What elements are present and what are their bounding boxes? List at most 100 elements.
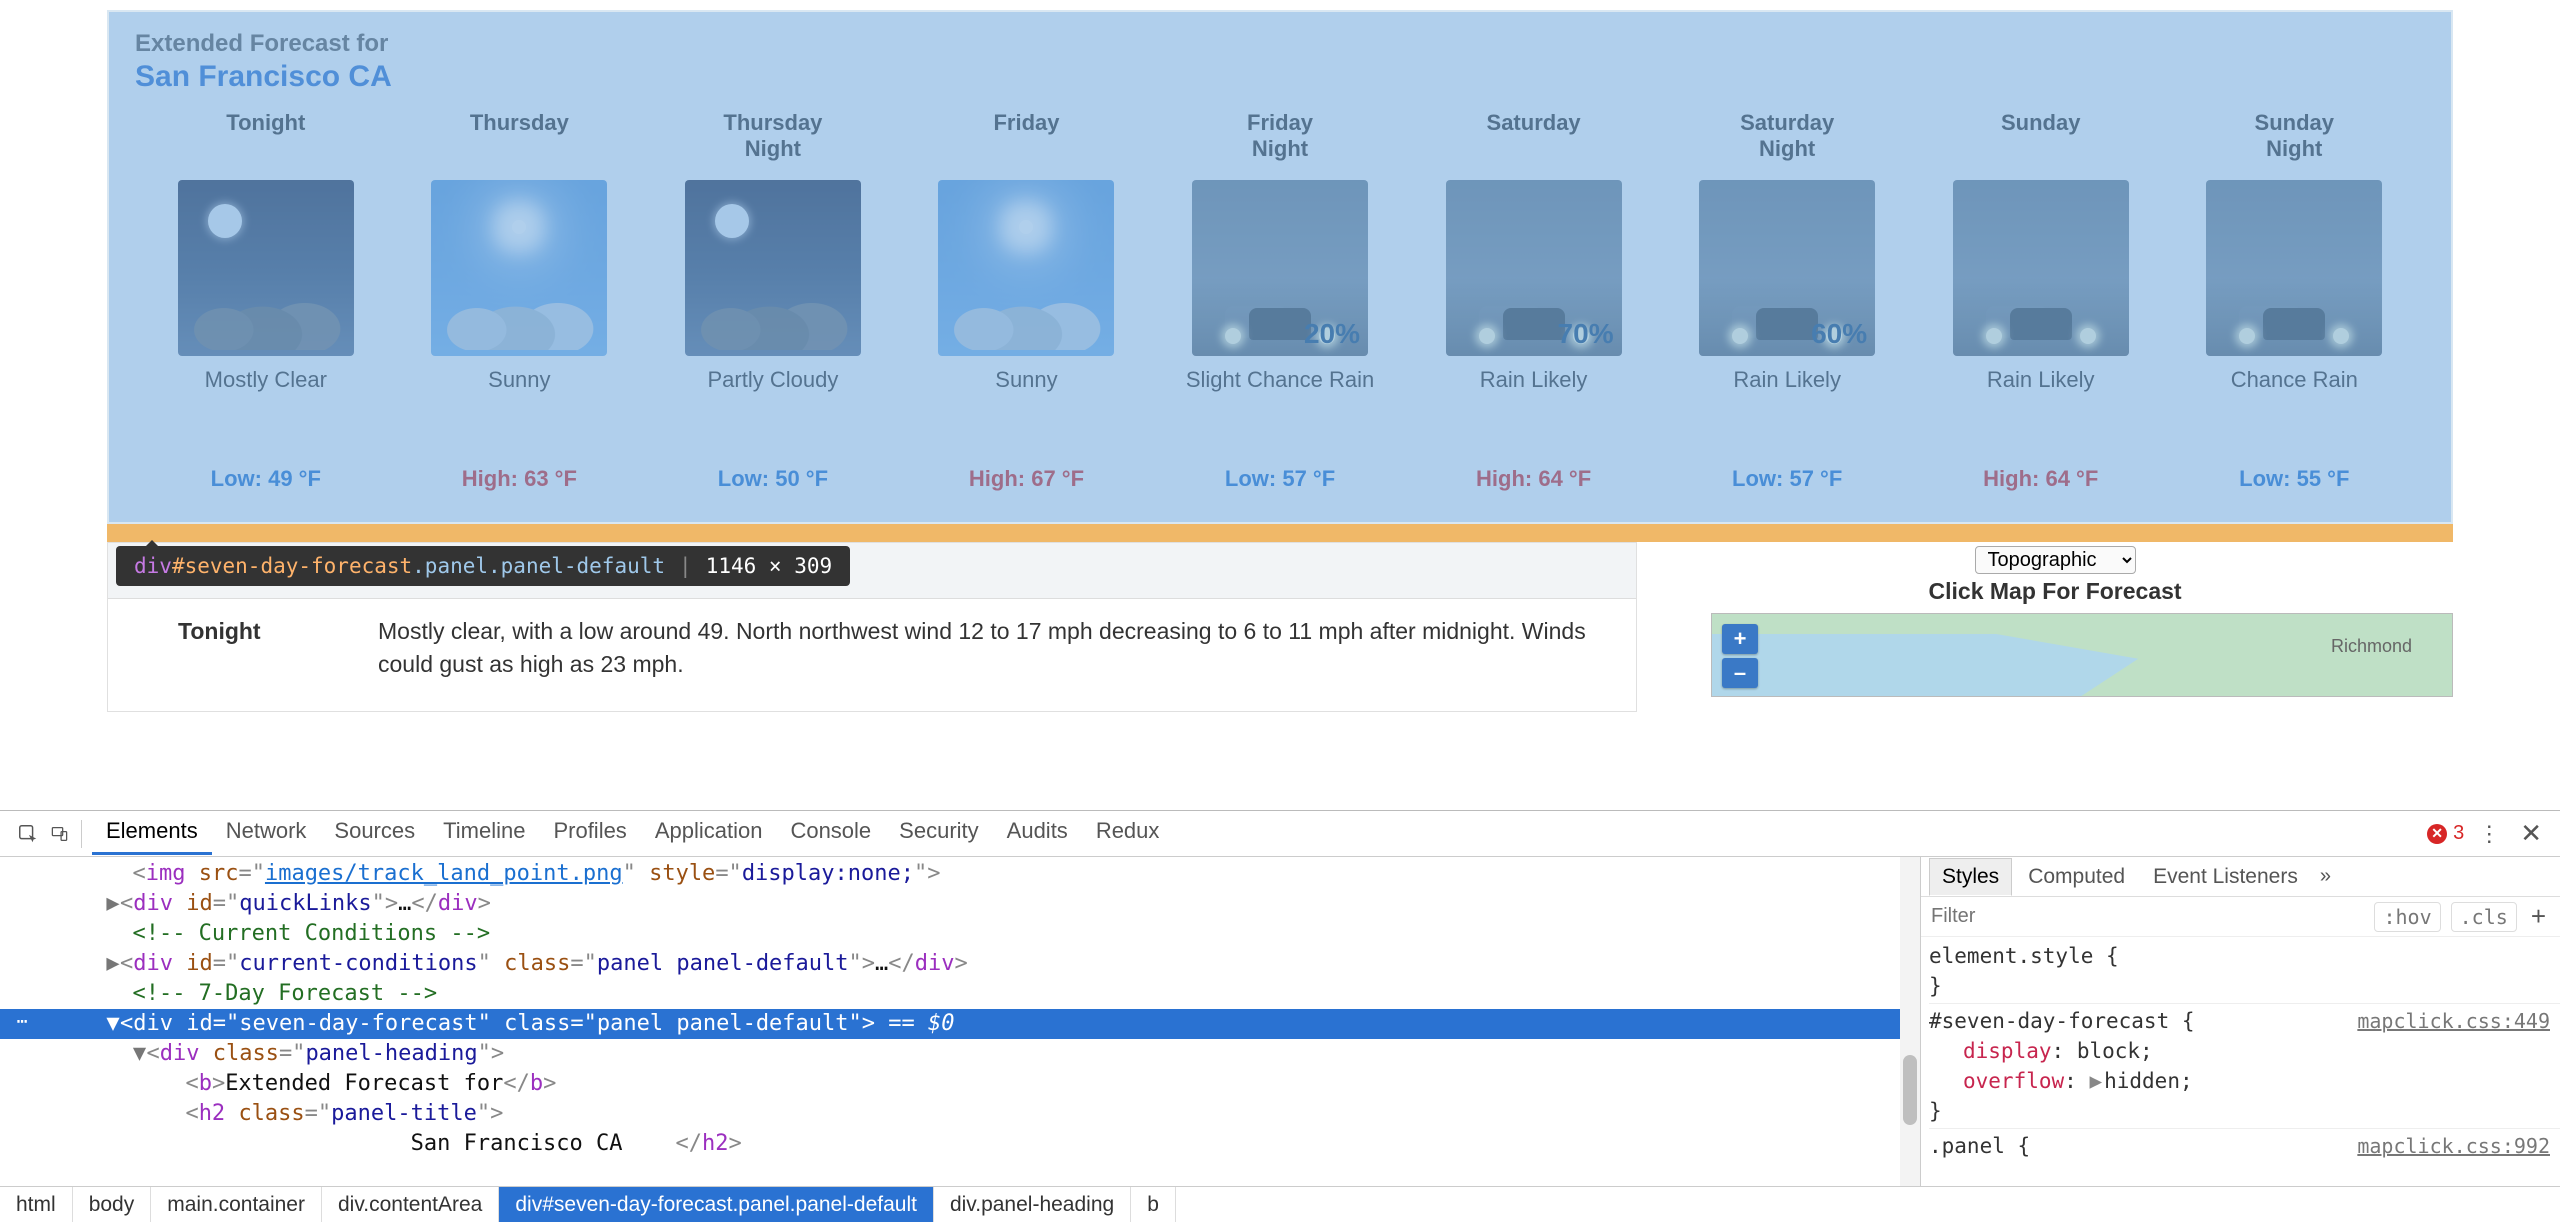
heading-location: San Francisco CA bbox=[135, 60, 2425, 94]
dom-scrollbar[interactable] bbox=[1900, 857, 1920, 1186]
selected-gutter-icon: ⋯ bbox=[0, 1007, 44, 1037]
devtools-tab-redux[interactable]: Redux bbox=[1082, 812, 1174, 855]
error-icon: ✕ bbox=[2427, 824, 2447, 844]
forecast-day-col[interactable]: ThursdaySunnyHigh: 63 °F bbox=[393, 106, 647, 500]
dom-line[interactable]: <img src="images/track_land_point.png" s… bbox=[0, 859, 1920, 889]
breadcrumb[interactable]: html bbox=[0, 1187, 73, 1222]
more-tabs-icon[interactable]: » bbox=[2320, 865, 2331, 888]
dom-breadcrumbs: htmlbodymain.containerdiv.contentAreadiv… bbox=[0, 1186, 2560, 1222]
forecast-day-col[interactable]: FridaySunnyHigh: 67 °F bbox=[900, 106, 1154, 500]
day-label: Tonight bbox=[147, 106, 385, 166]
temp-high: High: 64 °F bbox=[1415, 466, 1653, 500]
hov-toggle[interactable]: :hov bbox=[2374, 902, 2440, 932]
devtools-tab-application[interactable]: Application bbox=[641, 812, 777, 855]
breadcrumb[interactable]: div.panel-heading bbox=[934, 1187, 1131, 1222]
condition-text: Partly Cloudy bbox=[654, 362, 892, 430]
zoom-out-button[interactable]: – bbox=[1722, 658, 1758, 688]
devtools-tab-elements[interactable]: Elements bbox=[92, 812, 212, 855]
devtools-tab-network[interactable]: Network bbox=[212, 812, 321, 855]
temp-high: High: 63 °F bbox=[401, 466, 639, 500]
devtools-panel: ElementsNetworkSourcesTimelineProfilesAp… bbox=[0, 810, 2560, 1222]
dom-line-selected[interactable]: ⋯ ▼<div id="seven-day-forecast" class="p… bbox=[0, 1009, 1920, 1039]
dom-line[interactable]: ▶<div id="quickLinks">…</div> bbox=[0, 889, 1920, 919]
style-source-link[interactable]: mapclick.css:449 bbox=[2357, 1006, 2560, 1036]
styles-filter-input[interactable] bbox=[1931, 905, 2364, 928]
devtools-tab-console[interactable]: Console bbox=[776, 812, 885, 855]
zoom-in-button[interactable]: + bbox=[1722, 624, 1758, 654]
sidebar-tab-computed[interactable]: Computed bbox=[2016, 859, 2137, 895]
day-label: Friday bbox=[908, 106, 1146, 166]
forecast-day-strip: TonightMostly ClearLow: 49 °FThursdaySun… bbox=[109, 106, 2451, 522]
devtools-tab-timeline[interactable]: Timeline bbox=[429, 812, 539, 855]
dom-line[interactable]: <!-- Current Conditions --> bbox=[0, 919, 1920, 949]
forecast-day-col[interactable]: FridayNight20%Slight Chance RainLow: 57 … bbox=[1153, 106, 1407, 500]
inspect-element-icon[interactable] bbox=[12, 820, 44, 848]
condition-text: Chance Rain bbox=[2176, 362, 2414, 430]
map-city-label: Richmond bbox=[2331, 636, 2412, 657]
condition-text: Rain Likely bbox=[1922, 362, 2160, 430]
fog-icon bbox=[1953, 180, 2129, 356]
expand-arrow-icon[interactable]: ▶ bbox=[106, 949, 120, 979]
devtools-tab-security[interactable]: Security bbox=[885, 812, 992, 855]
devtools-menu-icon[interactable]: ⋮ bbox=[2470, 821, 2508, 847]
collapse-arrow-icon[interactable]: ▼ bbox=[132, 1039, 146, 1069]
styles-rules[interactable]: element.style { } mapclick.css:449#seven… bbox=[1921, 937, 2560, 1186]
condition-text: Rain Likely bbox=[1415, 362, 1653, 430]
dom-line[interactable]: <b>Extended Forecast for</b> bbox=[0, 1069, 1920, 1099]
forecast-day-col[interactable]: ThursdayNight Partly Cloudy Low: 50 °F bbox=[646, 106, 900, 500]
map-zoom-controls: + – bbox=[1722, 624, 1758, 692]
breadcrumb[interactable]: b bbox=[1131, 1187, 1176, 1222]
day-label: SundayNight bbox=[2176, 106, 2414, 166]
condition-text: Sunny bbox=[401, 362, 639, 430]
dom-line[interactable]: ▶<div id="current-conditions" class="pan… bbox=[0, 949, 1920, 979]
error-count[interactable]: ✕ 3 bbox=[2427, 822, 2464, 845]
map-title: Click Map For Forecast bbox=[1657, 578, 2453, 605]
dom-tree[interactable]: <img src="images/track_land_point.png" s… bbox=[0, 857, 1920, 1186]
cls-toggle[interactable]: .cls bbox=[2451, 902, 2517, 932]
sidebar-tab-event-listeners[interactable]: Event Listeners bbox=[2141, 859, 2310, 895]
breadcrumb[interactable]: body bbox=[73, 1187, 152, 1222]
styles-sidebar: StylesComputedEvent Listeners » :hov .cls… bbox=[1920, 857, 2560, 1186]
map-water bbox=[1712, 634, 2186, 696]
devtools-tab-profiles[interactable]: Profiles bbox=[539, 812, 640, 855]
map-layer-select[interactable]: Topographic bbox=[1975, 546, 2136, 574]
temp-low: Low: 57 °F bbox=[1668, 466, 1906, 500]
forecast-day-col[interactable]: Saturday70%Rain LikelyHigh: 64 °F bbox=[1407, 106, 1661, 500]
device-toolbar-icon[interactable] bbox=[50, 820, 82, 848]
sidebar-tab-styles[interactable]: Styles bbox=[1929, 858, 2012, 896]
dom-line[interactable]: <h2 class="panel-title"> bbox=[0, 1099, 1920, 1129]
forecast-day-col[interactable]: SundayNightChance RainLow: 55 °F bbox=[2168, 106, 2422, 500]
day-label: FridayNight bbox=[1161, 106, 1399, 166]
breadcrumb[interactable]: div.contentArea bbox=[322, 1187, 499, 1222]
expand-arrow-icon[interactable]: ▶ bbox=[106, 889, 120, 919]
night-partly-icon bbox=[685, 180, 861, 356]
forecast-day-col[interactable]: SundayRain LikelyHigh: 64 °F bbox=[1914, 106, 2168, 500]
day-label: ThursdayNight bbox=[654, 106, 892, 166]
forecast-day-col[interactable]: SaturdayNight60%Rain LikelyLow: 57 °F bbox=[1660, 106, 1914, 500]
scrollbar-thumb[interactable] bbox=[1903, 1055, 1917, 1125]
day-label: Saturday bbox=[1415, 106, 1653, 166]
dom-line[interactable]: ▼<div class="panel-heading"> bbox=[0, 1039, 1920, 1069]
seven-day-forecast-panel: Extended Forecast for San Francisco CA T… bbox=[107, 10, 2453, 524]
inspect-element-tooltip: div#seven-day-forecast.panel.panel-defau… bbox=[116, 546, 850, 586]
page-content: Extended Forecast for San Francisco CA T… bbox=[0, 0, 2560, 810]
night-clear-icon bbox=[178, 180, 354, 356]
forecast-heading: Extended Forecast for San Francisco CA bbox=[109, 12, 2451, 106]
fog-icon: 60% bbox=[1699, 180, 1875, 356]
collapse-arrow-icon[interactable]: ▼ bbox=[106, 1009, 120, 1039]
devtools-tab-sources[interactable]: Sources bbox=[320, 812, 429, 855]
forecast-day-col[interactable]: TonightMostly ClearLow: 49 °F bbox=[139, 106, 393, 500]
devtools-close-icon[interactable]: ✕ bbox=[2514, 818, 2548, 849]
new-rule-icon[interactable]: + bbox=[2527, 901, 2550, 932]
breadcrumb[interactable]: main.container bbox=[151, 1187, 322, 1222]
sunny-icon bbox=[431, 180, 607, 356]
day-label: Sunday bbox=[1922, 106, 2160, 166]
dom-line[interactable]: <!-- 7-Day Forecast --> bbox=[0, 979, 1920, 1009]
temp-low: Low: 50 °F bbox=[654, 466, 892, 500]
style-source-link[interactable]: mapclick.css:992 bbox=[2357, 1131, 2560, 1161]
dom-line[interactable]: San Francisco CA </h2> bbox=[0, 1129, 1920, 1159]
forecast-map[interactable]: + – Richmond bbox=[1711, 613, 2453, 697]
devtools-tab-audits[interactable]: Audits bbox=[993, 812, 1082, 855]
breadcrumb[interactable]: div#seven-day-forecast.panel.panel-defau… bbox=[499, 1187, 934, 1222]
devtools-tabs: ElementsNetworkSourcesTimelineProfilesAp… bbox=[92, 812, 1173, 855]
